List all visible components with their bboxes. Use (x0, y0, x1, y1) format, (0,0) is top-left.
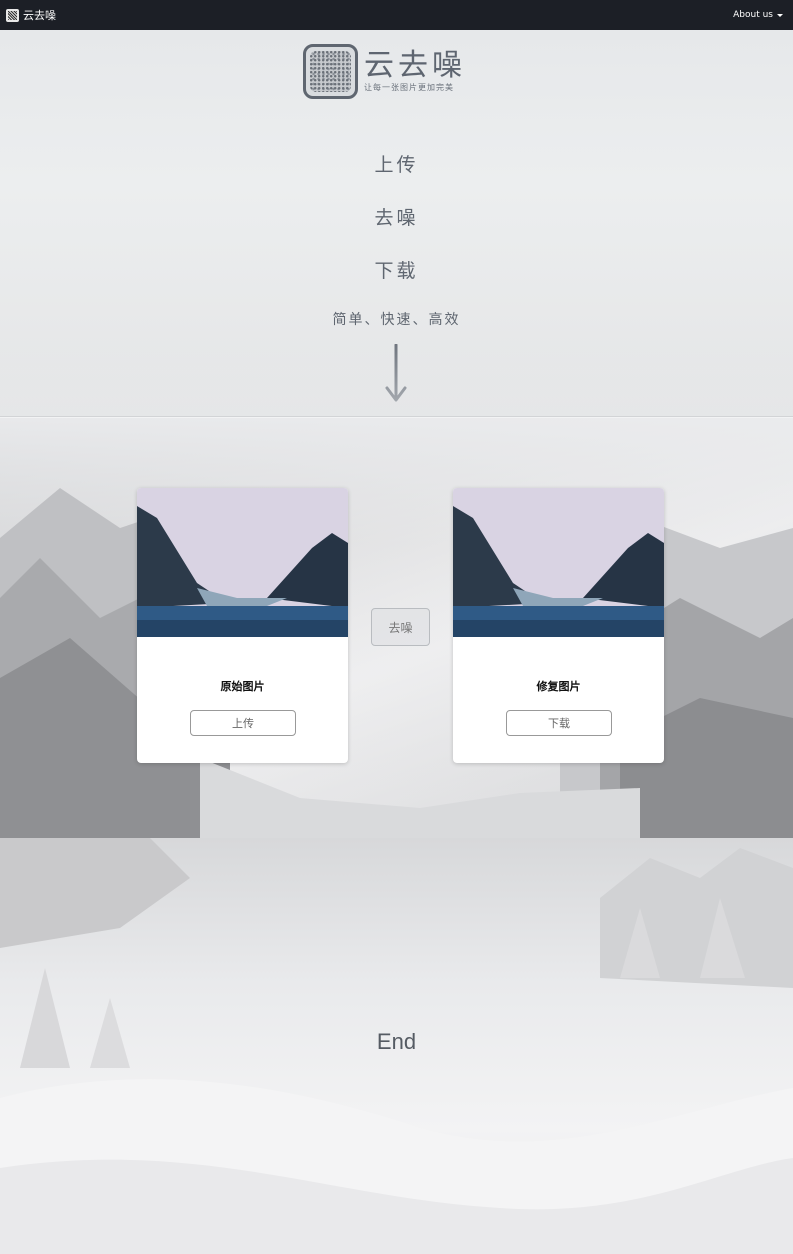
tagline: 简单、快速、高效 (332, 312, 461, 328)
original-image-title: 原始图片 (220, 680, 265, 693)
caret-down-icon (777, 13, 783, 17)
processing-section: 原始图片 上传 去噪 修复图片 下载 (0, 418, 793, 838)
brand[interactable]: 云去噪 (6, 7, 56, 23)
download-button[interactable]: 下载 (506, 710, 612, 736)
logo-mark-icon (303, 44, 358, 99)
denoise-button[interactable]: 去噪 (371, 608, 430, 646)
brand-label: 云去噪 (23, 9, 56, 22)
logo-title: 云去噪 (364, 48, 466, 83)
logo-subtitle: 让每一张图片更加完美 (364, 83, 454, 92)
about-label: About us (733, 10, 773, 20)
restored-image-title: 修复图片 (536, 680, 581, 693)
original-image-card: 原始图片 上传 (137, 488, 348, 763)
end-label: End (376, 1029, 417, 1054)
scroll-down-arrow-icon[interactable] (385, 344, 407, 402)
top-navbar: 云去噪 About us (0, 0, 793, 30)
about-dropdown[interactable]: About us (733, 10, 783, 20)
step-denoise: 去噪 (374, 207, 419, 229)
upload-button[interactable]: 上传 (190, 710, 296, 736)
restored-image-preview (453, 488, 664, 637)
step-upload: 上传 (374, 154, 419, 176)
restored-image-card: 修复图片 下载 (453, 488, 664, 763)
original-image-preview (137, 488, 348, 637)
step-download: 下载 (374, 260, 419, 282)
hero-logo: 云去噪 让每一张图片更加完美 (303, 44, 466, 99)
brand-logo-icon (6, 8, 19, 22)
end-section: End (0, 838, 793, 1254)
hero-section: 云去噪 让每一张图片更加完美 上传 去噪 下载 简单、快速、高效 (0, 30, 793, 417)
